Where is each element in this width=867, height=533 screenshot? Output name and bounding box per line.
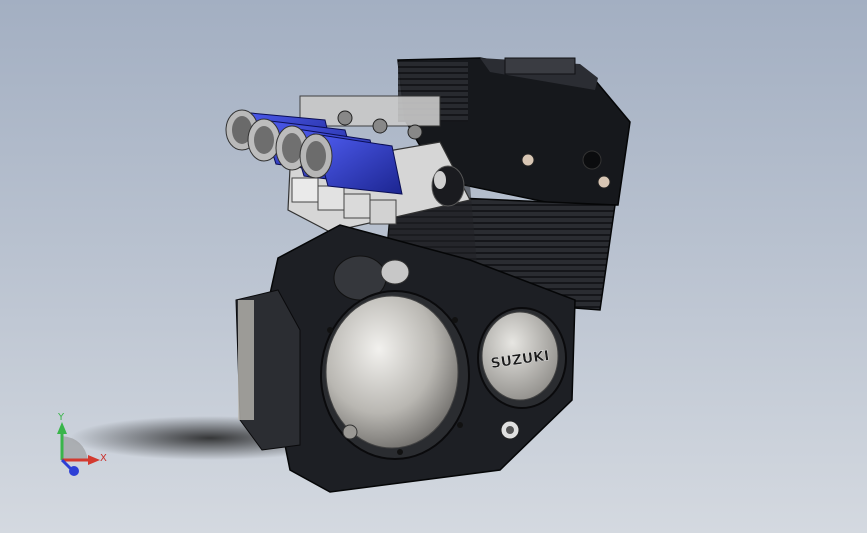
x-axis-label: X: [100, 453, 107, 464]
graphics-viewport[interactable]: SUZUKI Y X: [0, 0, 867, 533]
clutch-cover[interactable]: [320, 290, 470, 460]
view-orientation-triad[interactable]: Y X: [44, 410, 114, 480]
triad-axes: [57, 422, 100, 476]
generator-cover[interactable]: SUZUKI: [477, 307, 567, 409]
engine-model[interactable]: SUZUKI: [0, 0, 867, 533]
y-axis-label: Y: [58, 412, 65, 423]
